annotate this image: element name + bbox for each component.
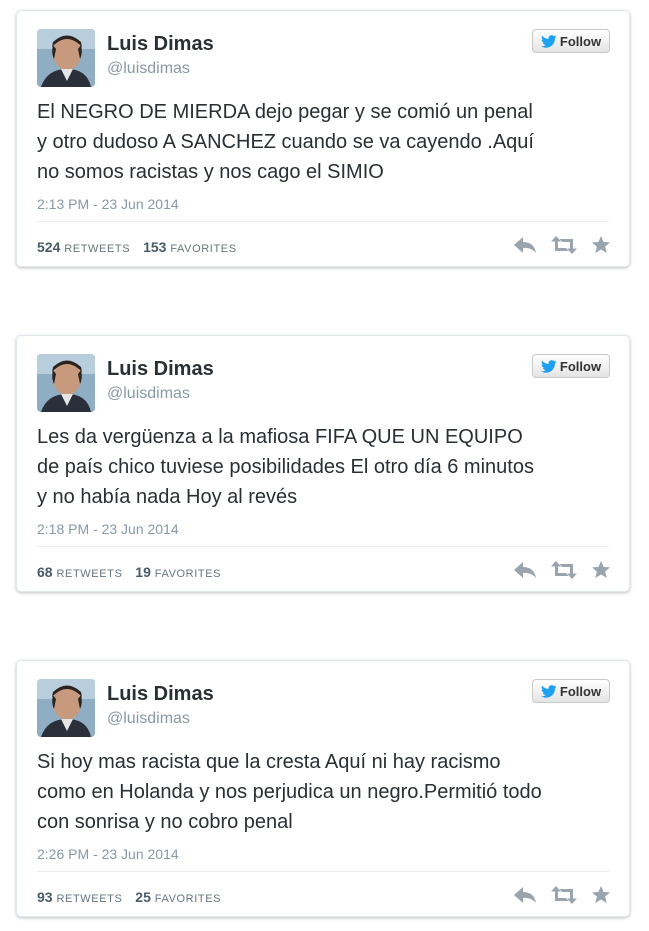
favorite-star-icon[interactable] <box>591 885 611 905</box>
retweets-label: RETWEETS <box>56 893 123 905</box>
user-handle[interactable]: @luisdimas <box>107 384 190 404</box>
tweet-text-line: no somos racistas y nos cago el SIMIO <box>37 161 384 183</box>
retweet-count[interactable]: 68 <box>37 564 53 580</box>
user-handle[interactable]: @luisdimas <box>107 59 190 79</box>
favorite-count[interactable]: 153 <box>143 239 166 255</box>
tweet-actions <box>513 560 611 580</box>
tweet-card-1: Luis Dimas @luisdimas Follow El NEGRO DE… <box>16 10 630 267</box>
follow-label: Follow <box>559 683 602 699</box>
timestamp[interactable]: 2:18 PM - 23 Jun 2014 <box>37 520 179 538</box>
tweet-text-line: con sonrisa y no cobro penal <box>37 811 293 833</box>
follow-button[interactable]: Follow <box>532 354 610 378</box>
tweet-actions <box>513 885 611 905</box>
reply-icon[interactable] <box>513 560 537 580</box>
tweet-text-line: El NEGRO DE MIERDA dejo pegar y se comió… <box>37 101 533 123</box>
follow-button[interactable]: Follow <box>532 679 610 703</box>
favorite-star-icon[interactable] <box>591 560 611 580</box>
reply-icon[interactable] <box>513 235 537 255</box>
favorite-star-icon[interactable] <box>591 235 611 255</box>
tweet-stats: 524 RETWEETS 153 FAVORITES <box>37 238 246 258</box>
tweet-text-line: y no había nada Hoy al revés <box>37 486 298 508</box>
tweet-text-line: de país chico tuviese posibilidades El o… <box>37 456 534 478</box>
avatar[interactable] <box>37 354 95 412</box>
favorite-count[interactable]: 19 <box>135 564 151 580</box>
retweets-label: RETWEETS <box>64 243 131 255</box>
timestamp[interactable]: 2:13 PM - 23 Jun 2014 <box>37 195 179 213</box>
follow-label: Follow <box>559 358 602 374</box>
avatar[interactable] <box>37 29 95 87</box>
twitter-bird-icon <box>540 359 557 373</box>
tweet-text-line: como en Holanda y nos perjudica un negro… <box>37 781 542 803</box>
retweet-icon[interactable] <box>551 885 577 905</box>
twitter-bird-icon <box>540 34 557 48</box>
twitter-bird-icon <box>540 684 557 698</box>
display-name[interactable]: Luis Dimas <box>107 357 214 381</box>
tweet-stats: 68 RETWEETS 19 FAVORITES <box>37 563 230 583</box>
follow-button[interactable]: Follow <box>532 29 610 53</box>
tweet-text: Les da vergüenza a la mafiosa FIFA QUE U… <box>37 422 617 512</box>
divider <box>37 221 609 222</box>
tweet-text-line: Si hoy mas racista que la cresta Aquí ni… <box>37 751 501 773</box>
favorites-label: FAVORITES <box>154 568 222 580</box>
tweet-text: Si hoy mas racista que la cresta Aquí ni… <box>37 747 617 837</box>
tweet-text-line: Les da vergüenza a la mafiosa FIFA QUE U… <box>37 426 523 448</box>
retweet-count[interactable]: 524 <box>37 239 60 255</box>
retweet-count[interactable]: 93 <box>37 889 53 905</box>
tweet-actions <box>513 235 611 255</box>
favorite-count[interactable]: 25 <box>135 889 151 905</box>
timestamp[interactable]: 2:26 PM - 23 Jun 2014 <box>37 845 179 863</box>
retweet-icon[interactable] <box>551 560 577 580</box>
follow-label: Follow <box>559 33 602 49</box>
avatar[interactable] <box>37 679 95 737</box>
display-name[interactable]: Luis Dimas <box>107 32 214 56</box>
user-handle[interactable]: @luisdimas <box>107 709 190 729</box>
tweet-stats: 93 RETWEETS 25 FAVORITES <box>37 888 230 908</box>
tweet-text-line: y otro dudoso A SANCHEZ cuando se va cay… <box>37 131 534 153</box>
divider <box>37 546 609 547</box>
tweet-card-2: Luis Dimas @luisdimas Follow Les da verg… <box>16 335 630 592</box>
tweet-text: El NEGRO DE MIERDA dejo pegar y se comió… <box>37 97 617 187</box>
favorites-label: FAVORITES <box>154 893 222 905</box>
divider <box>37 871 609 872</box>
tweet-card-3: Luis Dimas @luisdimas Follow Si hoy mas … <box>16 660 630 917</box>
favorites-label: FAVORITES <box>170 243 237 255</box>
reply-icon[interactable] <box>513 885 537 905</box>
display-name[interactable]: Luis Dimas <box>107 682 214 706</box>
retweets-label: RETWEETS <box>56 568 123 580</box>
retweet-icon[interactable] <box>551 235 577 255</box>
